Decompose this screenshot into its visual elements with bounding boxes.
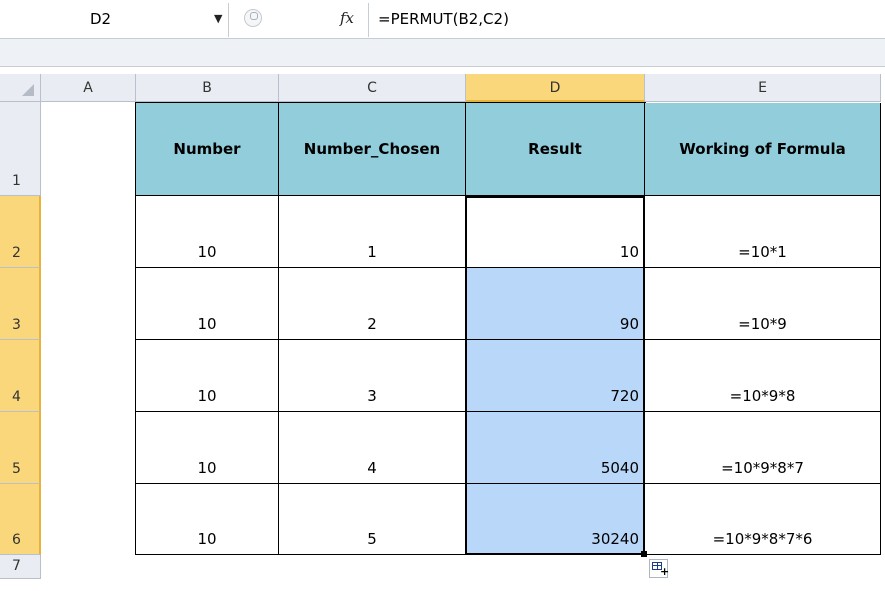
autofill-options-icon[interactable]: +	[649, 559, 670, 578]
column-header-b[interactable]: B	[136, 74, 279, 102]
formula-input[interactable]: =PERMUT(B2,C2)	[378, 10, 509, 28]
table-cell-working[interactable]: =10*9*8*7*6	[645, 484, 881, 555]
row-header-2[interactable]: 2	[0, 196, 41, 268]
row-header-5[interactable]: 5	[0, 412, 41, 484]
row-number: 6	[12, 532, 21, 548]
table-cell-chosen[interactable]: 4	[279, 412, 466, 484]
table-cell-number[interactable]: 10	[136, 412, 279, 484]
table-cell-number[interactable]: 10	[136, 268, 279, 340]
formula-bar-expanded-area[interactable]	[0, 38, 885, 67]
table-cell-number[interactable]: 10	[136, 484, 279, 555]
row-header-6[interactable]: 6	[0, 484, 41, 555]
table-cell-working[interactable]: =10*9	[645, 268, 881, 340]
table-cell-number[interactable]: 10	[136, 340, 279, 412]
name-box[interactable]: D2 ▼	[0, 3, 229, 37]
table-cell-chosen[interactable]: 2	[279, 268, 466, 340]
row-number: 7	[12, 558, 21, 574]
table-cell-working[interactable]: =10*9*8	[645, 340, 881, 412]
table-cell-working[interactable]: =10*9*8*7	[645, 412, 881, 484]
column-header-e[interactable]: E	[645, 74, 881, 102]
table-cell-result[interactable]: 90	[466, 268, 645, 340]
row-header-3[interactable]: 3	[0, 268, 41, 340]
select-all-corner[interactable]	[0, 74, 41, 102]
plus-icon: +	[660, 565, 670, 578]
row-header-7[interactable]: 7	[0, 555, 41, 579]
formula-bar-divider	[368, 3, 369, 37]
fill-handle[interactable]	[641, 551, 647, 557]
table-cell-result[interactable]: 30240	[466, 484, 645, 555]
name-box-value: D2	[90, 10, 112, 28]
table-cell-chosen[interactable]: 1	[279, 196, 466, 268]
row-number: 3	[12, 317, 21, 333]
row-number: 4	[12, 389, 21, 405]
insert-function-icon[interactable]: fx	[340, 9, 354, 27]
row-number: 1	[12, 173, 21, 189]
table-cell-result[interactable]: 5040	[466, 412, 645, 484]
row-header-4[interactable]: 4	[0, 340, 41, 412]
header-cell-result[interactable]: Result	[466, 103, 645, 196]
table-cell-result[interactable]: 10	[466, 196, 645, 268]
column-header-d[interactable]: D	[466, 74, 645, 102]
table-cell-working[interactable]: =10*1	[645, 196, 881, 268]
row-number: 2	[12, 245, 21, 261]
formula-bar: D2 ▼ fx =PERMUT(B2,C2)	[0, 3, 885, 38]
row-header-1[interactable]: 1	[0, 102, 41, 196]
table-cell-chosen[interactable]: 5	[279, 484, 466, 555]
header-cell-number[interactable]: Number	[136, 103, 279, 196]
formula-bar-area: D2 ▼ fx =PERMUT(B2,C2)	[0, 0, 885, 67]
table-cell-number[interactable]: 10	[136, 196, 279, 268]
column-header-c[interactable]: C	[279, 74, 466, 102]
column-header-a[interactable]: A	[41, 74, 136, 102]
select-all-icon	[22, 84, 34, 96]
row-number: 5	[12, 461, 21, 477]
table-cell-result[interactable]: 720	[466, 340, 645, 412]
header-cell-number-chosen[interactable]: Number_Chosen	[279, 103, 466, 196]
table-cell-chosen[interactable]: 3	[279, 340, 466, 412]
header-cell-working[interactable]: Working of Formula	[645, 103, 881, 196]
chevron-down-icon[interactable]: ▼	[214, 12, 222, 25]
formula-bar-resize-icon[interactable]	[244, 9, 262, 27]
